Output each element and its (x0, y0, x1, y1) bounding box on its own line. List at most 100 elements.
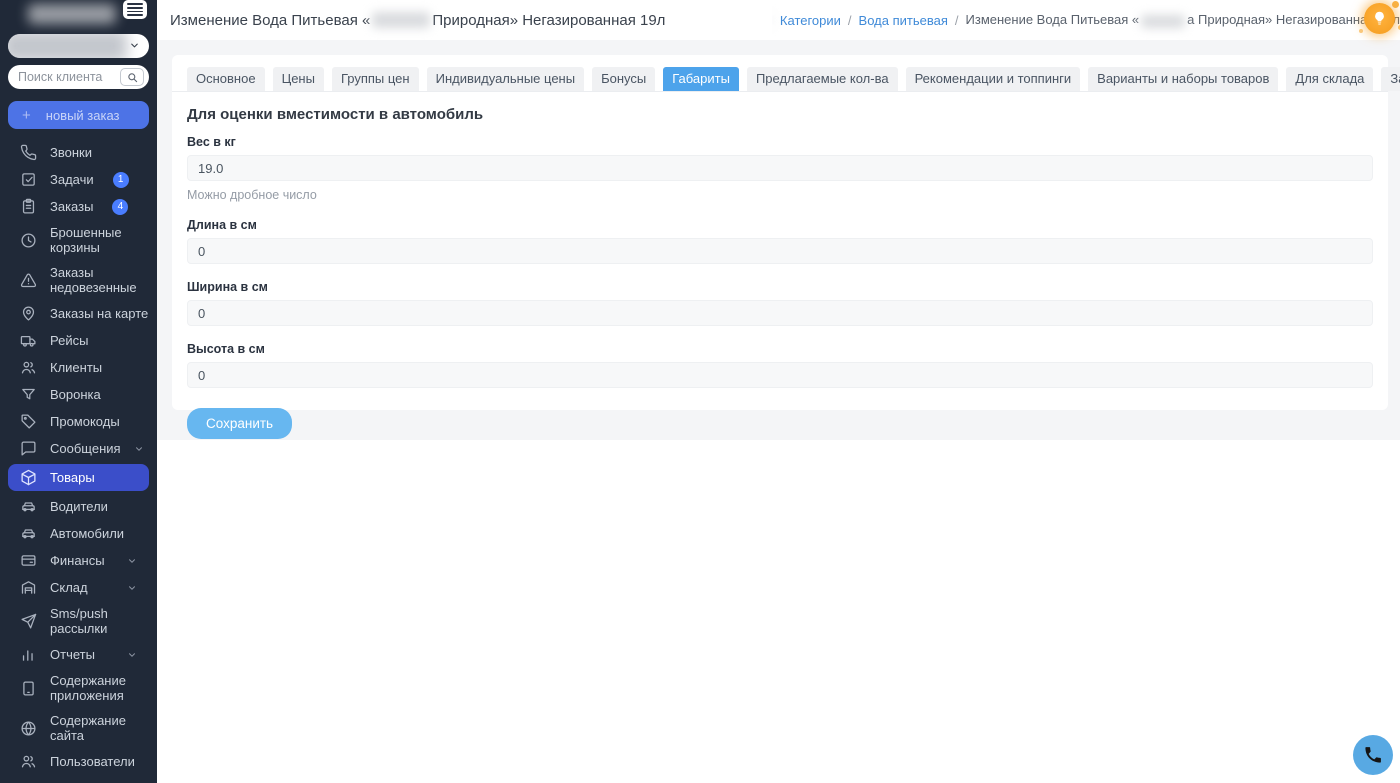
breadcrumb-categories[interactable]: Категории (780, 13, 841, 28)
clients-icon (20, 359, 37, 376)
sidebar-item-funnel[interactable]: Воронка (0, 381, 157, 408)
help-tips-button[interactable] (1364, 3, 1395, 34)
sidebar-item-orders-on-map[interactable]: Заказы на карте (0, 300, 157, 327)
call-button[interactable] (1353, 735, 1393, 775)
promo-tag-icon (20, 413, 37, 430)
sidebar-item-calls[interactable]: Звонки (0, 139, 157, 166)
product-tabs: Основное Цены Группы цен Индивидуальные … (172, 67, 1388, 92)
company-select[interactable] (8, 34, 149, 58)
orders-icon (20, 198, 37, 215)
chevron-down-icon (127, 583, 137, 593)
chevron-down-icon (127, 556, 137, 566)
phone-icon (1363, 745, 1383, 765)
warehouse-icon (20, 579, 37, 596)
sidebar-item-drivers[interactable]: Водители (0, 493, 157, 520)
search-button[interactable] (120, 68, 144, 86)
tab-bonuses[interactable]: Бонусы (592, 67, 655, 91)
sidebar-item-finance[interactable]: Финансы (0, 547, 157, 574)
length-input[interactable] (187, 238, 1373, 264)
products-icon (20, 469, 37, 486)
form-heading: Для оценки вместимости в автомобиль (187, 106, 1373, 123)
sidebar-item-undelivered-orders[interactable]: Заказы недовезенные (0, 260, 157, 300)
search-icon (127, 72, 138, 83)
main-area: Изменение Вода Питьевая «Природная» Нега… (157, 0, 1400, 783)
tab-prices[interactable]: Цены (273, 67, 324, 91)
tasks-icon (20, 171, 37, 188)
sidebar-item-orders[interactable]: Заказы 4 (0, 193, 157, 220)
sidebar-item-warehouse[interactable]: Склад (0, 574, 157, 601)
sidebar-nav: Звонки Задачи 1 Заказы 4 Брошенные корзи… (0, 139, 157, 775)
chevron-down-icon (129, 40, 140, 51)
tasks-badge: 1 (113, 172, 129, 188)
tab-variants-sets[interactable]: Варианты и наборы товаров (1088, 67, 1278, 91)
field-length: Длина в см (187, 218, 1373, 264)
breadcrumb-category[interactable]: Вода питьевая (859, 13, 948, 28)
sidebar-item-app-content[interactable]: Содержание приложения (0, 668, 157, 708)
tab-for-warehouse[interactable]: Для склада (1286, 67, 1373, 91)
globe-icon (20, 720, 37, 737)
send-icon (20, 613, 37, 630)
sidebar-item-tasks[interactable]: Задачи 1 (0, 166, 157, 193)
client-search (8, 65, 149, 89)
finance-icon (20, 552, 37, 569)
field-label: Вес в кг (187, 135, 1373, 149)
width-input[interactable] (187, 300, 1373, 326)
breadcrumb-current: Изменение Вода Питьевая «а Природная» Не… (966, 12, 1400, 27)
logo-row (0, 0, 157, 30)
tab-suggested-quantities[interactable]: Предлагаемые кол-ва (747, 67, 898, 91)
messages-icon (20, 440, 37, 457)
plus-icon: + (22, 108, 31, 123)
page-title: Изменение Вода Питьевая «Природная» Нега… (170, 12, 665, 29)
product-edit-card: Основное Цены Группы цен Индивидуальные … (172, 55, 1388, 410)
sidebar-item-promocodes[interactable]: Промокоды (0, 408, 157, 435)
sidebar-item-messages[interactable]: Сообщения (0, 435, 157, 462)
new-order-button[interactable]: + новый заказ (8, 101, 149, 129)
users-icon (20, 753, 37, 770)
sidebar-item-products[interactable]: Товары (8, 464, 149, 491)
sidebar-item-trips[interactable]: Рейсы (0, 327, 157, 354)
sidebar-item-cars[interactable]: Автомобили (0, 520, 157, 547)
tab-price-groups[interactable]: Группы цен (332, 67, 419, 91)
reports-icon (20, 646, 37, 663)
sidebar-item-abandoned-carts[interactable]: Брошенные корзины (0, 220, 157, 260)
new-order-label: новый заказ (46, 108, 120, 123)
tab-salary[interactable]: Зарплата (1381, 67, 1400, 91)
sidebar: + новый заказ Звонки Задачи 1 Заказы 4 Б… (0, 0, 157, 783)
tab-individual-prices[interactable]: Индивидуальные цены (427, 67, 584, 91)
redacted-logo (28, 4, 116, 24)
lightbulb-icon (1371, 10, 1388, 27)
sidebar-item-users[interactable]: Пользователи (0, 748, 157, 775)
sidebar-item-reports[interactable]: Отчеты (0, 641, 157, 668)
sidebar-item-clients[interactable]: Клиенты (0, 354, 157, 381)
phone-icon (20, 144, 37, 161)
redacted-company-name (8, 34, 127, 58)
sidebar-item-sms-push[interactable]: Sms/push рассылки (0, 601, 157, 641)
redacted-product-name (1141, 15, 1185, 28)
orders-badge: 4 (112, 199, 128, 215)
height-input[interactable] (187, 362, 1373, 388)
tab-main[interactable]: Основное (187, 67, 265, 91)
save-button[interactable]: Сохранить (187, 408, 292, 439)
tab-dimensions[interactable]: Габариты (663, 67, 739, 91)
topbar: Изменение Вода Питьевая «Природная» Нега… (157, 0, 1400, 40)
search-input[interactable] (18, 70, 112, 84)
chevron-down-icon (127, 650, 137, 660)
field-width: Ширина в см (187, 280, 1373, 326)
tab-recommendations[interactable]: Рекомендации и топпинги (906, 67, 1081, 91)
field-label: Ширина в см (187, 280, 1373, 294)
hamburger-menu-icon[interactable] (123, 0, 147, 19)
drivers-icon (20, 498, 37, 515)
field-label: Длина в см (187, 218, 1373, 232)
breadcrumb: Категории / Вода питьевая / Изменение Во… (772, 0, 1400, 40)
map-pin-icon (20, 305, 37, 322)
sidebar-item-site-content[interactable]: Содержание сайта (0, 708, 157, 748)
clock-icon (20, 232, 37, 249)
truck-icon (20, 332, 37, 349)
content-area: Основное Цены Группы цен Индивидуальные … (157, 40, 1400, 440)
redacted-product-name (372, 12, 430, 28)
funnel-icon (20, 386, 37, 403)
field-helper: Можно дробное число (187, 188, 1373, 202)
weight-input[interactable] (187, 155, 1373, 181)
warning-icon (20, 272, 37, 289)
cars-icon (20, 525, 37, 542)
